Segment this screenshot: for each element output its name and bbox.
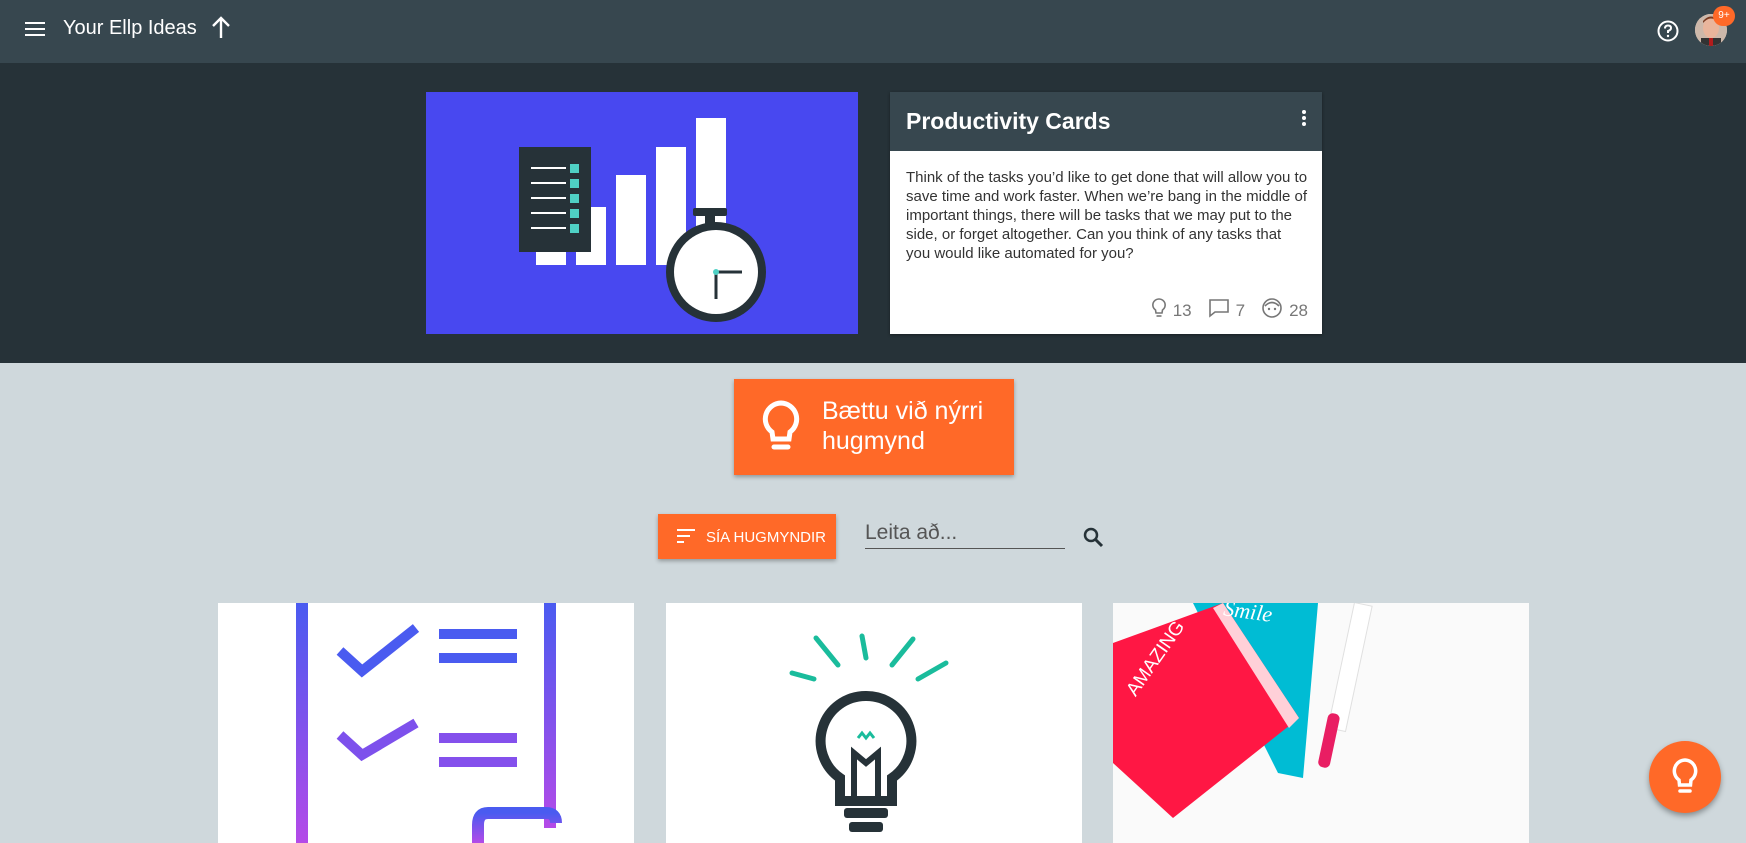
new-idea-fab[interactable] <box>1649 741 1721 813</box>
card-title: Productivity Cards <box>906 108 1111 134</box>
search-input[interactable] <box>865 518 1065 549</box>
more-vert-icon[interactable] <box>1300 110 1308 130</box>
app-title: Your Ellp Ideas <box>63 17 197 39</box>
help-icon[interactable] <box>1655 18 1681 44</box>
lightbulb-illustration <box>789 633 949 832</box>
checklist-illustration <box>296 603 562 843</box>
face-icon <box>1261 297 1283 324</box>
idea-card[interactable]: AMAZING Smile <box>1113 603 1529 843</box>
add-idea-label: Bættu við nýrri hugmynd <box>822 397 984 455</box>
lightbulb-icon <box>1671 757 1699 800</box>
menu-icon[interactable] <box>22 18 48 44</box>
filter-list-icon <box>676 528 696 549</box>
featured-illustration <box>426 92 858 334</box>
lightbulb-icon <box>760 399 802 460</box>
notification-badge: 9+ <box>1713 6 1735 26</box>
add-idea-button[interactable]: Bættu við nýrri hugmynd <box>734 379 1014 475</box>
ideas-count: 13 <box>1172 300 1192 320</box>
comment-icon <box>1208 298 1230 323</box>
idea-card[interactable] <box>666 603 1082 843</box>
participants-stat: 28 <box>1261 297 1308 324</box>
hero-section <box>0 63 1746 363</box>
filter-label: SÍA HUGMYNDIR <box>706 529 827 546</box>
featured-card: Productivity Cards Think of the tasks yo… <box>890 92 1322 334</box>
ideas-stat: 13 <box>1151 297 1192 324</box>
card-description: Think of the tasks you’d like to get don… <box>906 169 1308 262</box>
card-header: Productivity Cards <box>890 92 1322 151</box>
top-app-bar: Your Ellp Ideas 9+ <box>0 0 1746 63</box>
lightbulb-icon <box>1151 297 1167 324</box>
arrow-up-icon[interactable] <box>208 14 234 42</box>
card-stats: 13 7 28 <box>1151 297 1308 324</box>
participants-count: 28 <box>1289 300 1308 320</box>
filter-ideas-button[interactable]: SÍA HUGMYNDIR <box>658 514 836 559</box>
notebooks-photo: AMAZING Smile <box>1113 603 1529 843</box>
idea-card[interactable] <box>218 603 634 843</box>
comments-count: 7 <box>1235 300 1246 320</box>
search-icon[interactable] <box>1082 526 1104 548</box>
comments-stat: 7 <box>1208 298 1245 323</box>
